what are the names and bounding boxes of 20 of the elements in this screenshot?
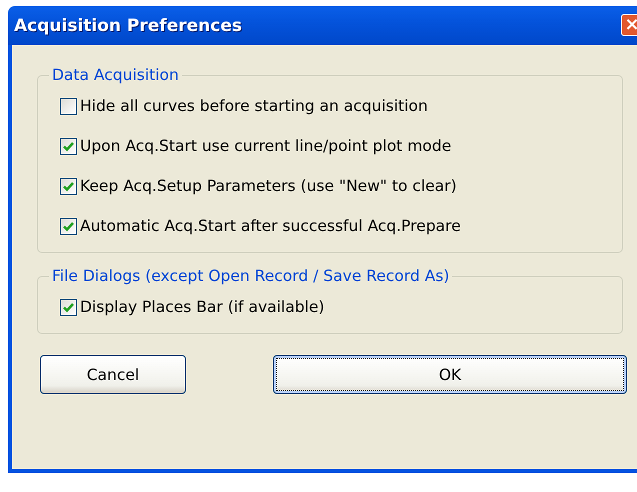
- checkbox-label[interactable]: Automatic Acq.Start after successful Acq.Prepare: [80, 217, 461, 235]
- window-title: Acquisition Preferences: [14, 16, 242, 36]
- close-button[interactable]: ×: [621, 14, 637, 36]
- dialog-button[interactable]: Cancel: [40, 355, 186, 394]
- checkbox[interactable]: [60, 178, 77, 194]
- checkbox[interactable]: [60, 298, 77, 316]
- checkbox-label[interactable]: Upon Acq.Start use current line/point plot mode: [80, 137, 452, 155]
- checkbox[interactable]: [60, 138, 77, 154]
- checkmark-icon: [62, 220, 75, 232]
- checkbox-label[interactable]: Display Places Bar (if available): [80, 298, 324, 316]
- checkmark-icon: [62, 300, 75, 314]
- dialog-button[interactable]: OK: [273, 355, 627, 394]
- checkmark-icon: [62, 180, 75, 192]
- checkbox-label[interactable]: Keep Acq.Setup Parameters (use "New" to clear): [80, 177, 457, 195]
- group-title: Data Acquisition: [51, 66, 180, 84]
- checkbox-label[interactable]: Hide all curves before starting an acquisition: [80, 97, 428, 115]
- checkmark-icon: [62, 140, 75, 152]
- checkbox[interactable]: [60, 218, 77, 234]
- group-title: File Dialogs (except Open Record / Save Record As): [51, 267, 450, 285]
- checkbox[interactable]: [60, 98, 77, 114]
